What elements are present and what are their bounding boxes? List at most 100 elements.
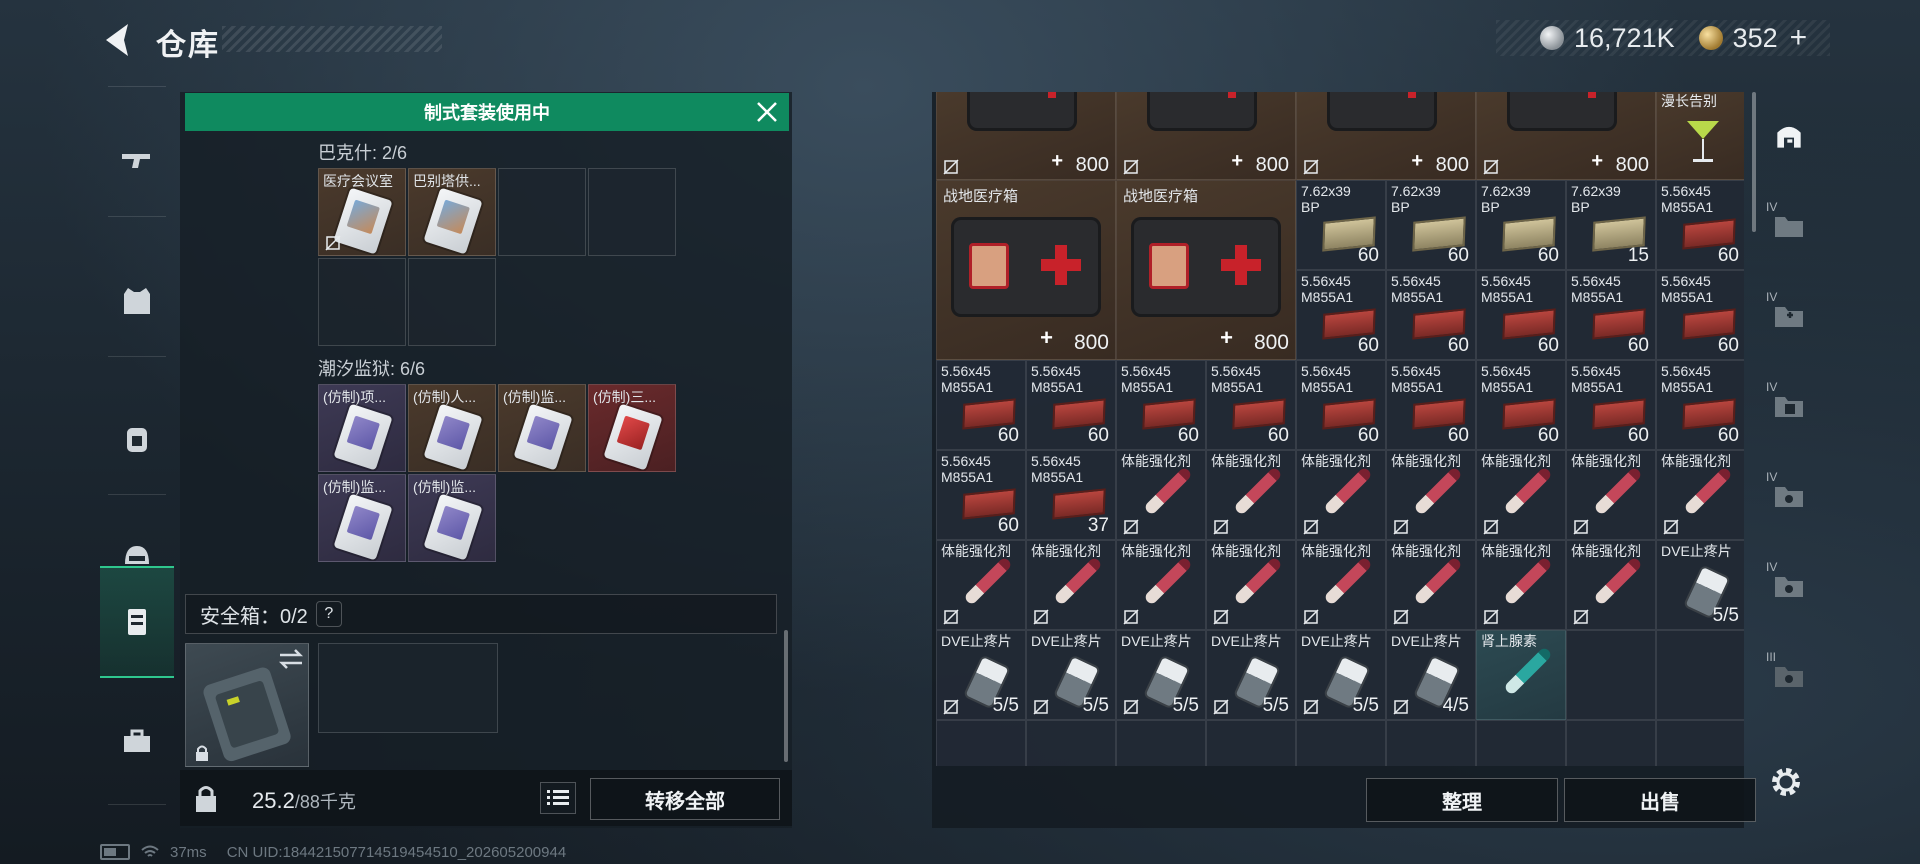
inventory-item[interactable]: 体能强化剂 (1566, 450, 1656, 540)
sort-button[interactable]: 整理 (1366, 778, 1558, 822)
empty-slot[interactable] (1656, 630, 1744, 720)
inventory-item[interactable]: + 800 (1116, 92, 1296, 180)
inventory-item[interactable]: 7.62x39 BP 60 (1296, 180, 1386, 270)
inventory-item[interactable]: DVE止疼片 4/5 (1386, 630, 1476, 720)
inventory-item[interactable]: 5.56x45 M855A1 60 (1026, 360, 1116, 450)
tab-main-storage[interactable] (1762, 92, 1816, 180)
inventory-item[interactable]: 体能强化剂 (1476, 450, 1566, 540)
inventory-item[interactable]: 5.56x45 M855A1 60 (1566, 360, 1656, 450)
empty-slot[interactable] (1656, 720, 1744, 766)
back-arrow-icon[interactable] (100, 20, 134, 60)
inventory-item[interactable]: + 800 (936, 92, 1116, 180)
tab-storage-3[interactable]: IV (1762, 272, 1816, 360)
key-slot[interactable]: (仿制)三... (588, 384, 676, 472)
help-button[interactable]: ? (315, 601, 342, 627)
inventory-item[interactable]: 体能强化剂 (936, 540, 1026, 630)
inventory-item[interactable]: DVE止疼片 5/5 (1116, 630, 1206, 720)
inventory-item[interactable]: 5.56x45 M855A1 60 (936, 360, 1026, 450)
key-slot[interactable]: (仿制)监... (408, 474, 496, 562)
tab-storage-7[interactable]: III (1762, 632, 1816, 720)
sell-button[interactable]: 出售 (1564, 778, 1756, 822)
inventory-item[interactable]: 5.56x45 M855A1 60 (1476, 270, 1566, 360)
key-slot[interactable]: (仿制)监... (318, 474, 406, 562)
inventory-item[interactable]: 体能强化剂 (1476, 540, 1566, 630)
inventory-item[interactable]: 5.56x45 M855A1 60 (1206, 360, 1296, 450)
safe-box-empty-slot[interactable] (318, 643, 498, 733)
inventory-item[interactable]: 体能强化剂 (1206, 540, 1296, 630)
inventory-item[interactable]: 体能强化剂 (1656, 450, 1744, 540)
empty-slot[interactable] (408, 258, 496, 346)
inventory-item[interactable]: DVE止疼片 5/5 (1206, 630, 1296, 720)
inventory-item[interactable]: 7.62x39 BP 60 (1476, 180, 1566, 270)
key-slot[interactable]: (仿制)人... (408, 384, 496, 472)
inventory-item[interactable]: 5.56x45 M855A1 60 (936, 450, 1026, 540)
inventory-item[interactable]: 战地医疗箱 + 800 (1116, 180, 1296, 360)
inventory-item[interactable]: DVE止疼片 5/5 (1296, 630, 1386, 720)
inventory-item[interactable]: 5.56x45 M855A1 60 (1386, 270, 1476, 360)
inventory-item[interactable]: 5.56x45 M855A1 60 (1296, 360, 1386, 450)
tab-storage-5[interactable]: IV (1762, 452, 1816, 540)
key-slot[interactable]: (仿制)项... (318, 384, 406, 472)
key-slot[interactable]: 巴别塔供... (408, 168, 496, 256)
inventory-item[interactable]: + 800 (1296, 92, 1476, 180)
inventory-item[interactable]: 5.56x45 M855A1 60 (1116, 360, 1206, 450)
tab-storage-6[interactable]: IV (1762, 542, 1816, 630)
empty-slot[interactable] (1476, 720, 1566, 766)
empty-slot[interactable] (1566, 630, 1656, 720)
inventory-item[interactable]: 肾上腺素 (1476, 630, 1566, 720)
gear-icon[interactable] (1768, 764, 1804, 800)
swap-icon[interactable] (278, 648, 304, 670)
close-icon[interactable] (754, 99, 780, 125)
empty-slot[interactable] (1386, 720, 1476, 766)
inventory-item[interactable]: DVE止疼片 5/5 (1026, 630, 1116, 720)
inventory-item[interactable]: 体能强化剂 (1386, 540, 1476, 630)
inventory-item[interactable]: 5.56x45 M855A1 60 (1386, 360, 1476, 450)
inventory-item[interactable]: 体能强化剂 (1386, 450, 1476, 540)
empty-slot[interactable] (936, 720, 1026, 766)
inventory-item[interactable]: 7.62x39 BP 60 (1386, 180, 1476, 270)
empty-slot[interactable] (588, 168, 676, 256)
inventory-item[interactable]: + 800 (1476, 92, 1656, 180)
empty-slot[interactable] (1116, 720, 1206, 766)
inventory-item[interactable]: 5.56x45 M855A1 60 (1656, 180, 1744, 270)
nav-safe-case[interactable] (100, 566, 174, 678)
inventory-item[interactable]: 5.56x45 M855A1 60 (1476, 360, 1566, 450)
inventory-item[interactable]: 体能强化剂 (1116, 450, 1206, 540)
empty-slot[interactable] (1566, 720, 1656, 766)
scrollbar[interactable] (784, 630, 788, 762)
inventory-item[interactable]: 战地医疗箱 + 800 (936, 180, 1116, 360)
inventory-item[interactable]: DVE止疼片 5/5 (936, 630, 1026, 720)
inventory-item[interactable]: 体能强化剂 (1296, 450, 1386, 540)
inventory-item[interactable]: 体能强化剂 (1026, 540, 1116, 630)
scrollbar[interactable] (1752, 92, 1756, 232)
inventory-item[interactable]: 5.56x45 M855A1 60 (1566, 270, 1656, 360)
tab-storage-2[interactable]: IV (1762, 182, 1816, 270)
inventory-item[interactable]: 体能强化剂 (1296, 540, 1386, 630)
empty-slot[interactable] (318, 258, 406, 346)
key-slot[interactable]: 医疗会议室 (318, 168, 406, 256)
empty-slot[interactable] (1026, 720, 1116, 766)
empty-slot[interactable] (1206, 720, 1296, 766)
inventory-item[interactable]: DVE止疼片 5/5 (1656, 540, 1744, 630)
inventory-item[interactable]: 5.56x45 M855A1 60 (1296, 270, 1386, 360)
transfer-all-button[interactable]: 转移全部 (590, 778, 780, 820)
inventory-item[interactable]: 体能强化剂 (1566, 540, 1656, 630)
empty-slot[interactable] (1296, 720, 1386, 766)
inventory-item[interactable]: 体能强化剂 (1206, 450, 1296, 540)
inventory-item[interactable]: 7.62x39 BP 15 (1566, 180, 1656, 270)
key-slot[interactable]: (仿制)监... (498, 384, 586, 472)
inventory-item[interactable]: 5.56x45 M855A1 60 (1656, 270, 1744, 360)
nav-armor[interactable] (100, 266, 174, 336)
add-gold-button[interactable]: + (1790, 21, 1808, 55)
nav-weapons[interactable] (100, 126, 174, 196)
inventory-item[interactable]: 5.56x45 M855A1 60 (1656, 360, 1744, 450)
tab-storage-4[interactable]: IV (1762, 362, 1816, 450)
inventory-item[interactable]: 漫长告别 (1656, 92, 1744, 180)
nav-toolbox[interactable] (100, 706, 174, 776)
item-name: 5.56x45 M855A1 (1481, 273, 1534, 305)
nav-backpack[interactable] (100, 404, 174, 474)
list-view-button[interactable] (540, 782, 576, 814)
inventory-item[interactable]: 5.56x45 M855A1 37 (1026, 450, 1116, 540)
empty-slot[interactable] (498, 168, 586, 256)
inventory-item[interactable]: 体能强化剂 (1116, 540, 1206, 630)
